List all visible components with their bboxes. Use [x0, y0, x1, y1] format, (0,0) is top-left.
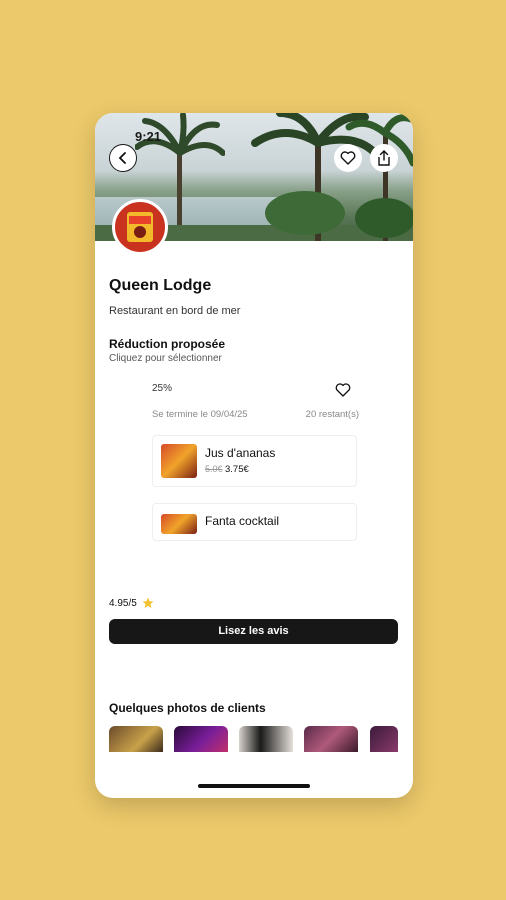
- share-icon: [378, 150, 390, 166]
- share-button[interactable]: [370, 144, 398, 172]
- offer-remaining: 20 restant(s): [305, 409, 359, 420]
- customer-photo[interactable]: [109, 726, 163, 752]
- offer-item[interactable]: Jus d'ananas 5.0€ 3.75€: [152, 435, 357, 487]
- offer-percent: 25%: [152, 383, 173, 394]
- heart-icon: [340, 151, 356, 165]
- logo-image: [127, 212, 153, 242]
- offer-end-date: Se termine le 09/04/25: [152, 409, 248, 420]
- item-thumbnail: [161, 514, 197, 534]
- phone-screen: 9:21 Queen Lodge Restaurant en bord de m…: [95, 113, 413, 798]
- item-thumbnail: [161, 444, 197, 478]
- item-name: Fanta cocktail: [205, 514, 280, 528]
- discount-title: Réduction proposée: [109, 337, 226, 351]
- customer-photos-title: Quelques photos de clients: [109, 701, 266, 715]
- home-indicator: [198, 784, 310, 788]
- offer-item[interactable]: Fanta cocktail: [152, 503, 357, 541]
- customer-photo[interactable]: [239, 726, 293, 752]
- discount-hint: Cliquez pour sélectionner: [109, 353, 222, 364]
- item-name: Jus d'ananas: [205, 446, 276, 460]
- rating-value: 4.95/5: [109, 597, 137, 609]
- back-button[interactable]: [109, 144, 137, 172]
- item-old-price: 5.0€: [205, 464, 223, 474]
- offer-card[interactable]: 25% Se termine le 09/04/25 20 restant(s)…: [147, 375, 359, 543]
- restaurant-category: Restaurant en bord de mer: [109, 305, 241, 317]
- customer-photo[interactable]: [370, 726, 398, 752]
- star-icon: [142, 597, 154, 608]
- heart-icon: [335, 383, 351, 397]
- restaurant-name: Queen Lodge: [109, 277, 212, 294]
- palm-trees-image: [251, 113, 413, 241]
- customer-photo[interactable]: [304, 726, 358, 752]
- item-new-price: 3.75€: [225, 464, 249, 475]
- chevron-left-icon: [118, 152, 126, 164]
- restaurant-logo: [112, 199, 168, 255]
- favorite-button[interactable]: [334, 144, 362, 172]
- rating: 4.95/5: [109, 597, 154, 609]
- customer-photo[interactable]: [174, 726, 228, 752]
- offer-favorite-button[interactable]: [335, 383, 351, 402]
- read-reviews-button[interactable]: Lisez les avis: [109, 619, 398, 644]
- status-time: 9:21: [135, 129, 162, 144]
